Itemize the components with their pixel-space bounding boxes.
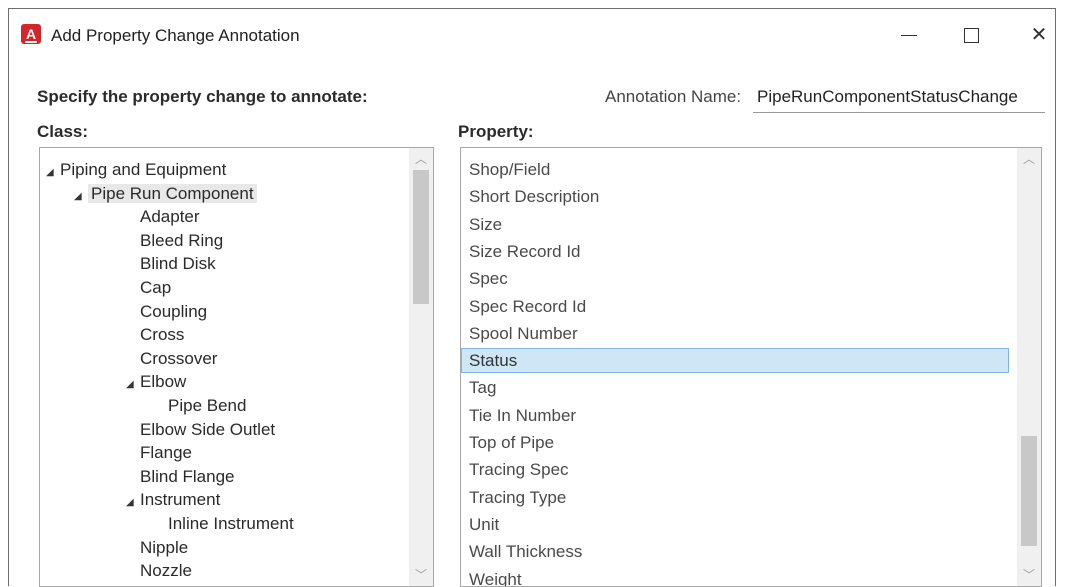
annotation-name-input[interactable] <box>753 81 1045 113</box>
tree-item[interactable]: Elbow Side Outlet <box>140 418 275 441</box>
app-logo-icon: A <box>21 24 41 44</box>
tree-item-label: Flange <box>140 443 192 462</box>
tree-item-label: Coupling <box>140 302 207 321</box>
expand-arrow-icon[interactable]: ◢ <box>126 491 140 514</box>
property-list[interactable]: ︿ ﹀ Shop/Field Short Description Size Size … <box>460 147 1042 587</box>
tree-item[interactable]: Nipple <box>140 536 188 559</box>
property-scrollbar[interactable]: ︿ ﹀ <box>1017 148 1041 586</box>
window-title: Add Property Change Annotation <box>51 26 300 46</box>
tree-item[interactable]: ◢Piping and Equipment <box>46 158 226 181</box>
title-bar[interactable]: A Add Property Change Annotation ✕ <box>9 9 1055 61</box>
tree-item-label: Nozzle <box>140 561 192 580</box>
property-item[interactable]: Wall Thickness <box>469 540 582 563</box>
property-item[interactable]: Spool Number <box>469 322 578 345</box>
property-item[interactable]: Spec Record Id <box>469 295 586 318</box>
expand-arrow-icon[interactable]: ◢ <box>126 373 140 396</box>
minimize-button[interactable] <box>887 19 931 51</box>
property-item[interactable]: Spec <box>469 267 508 290</box>
tree-item[interactable]: Adapter <box>140 205 200 228</box>
tree-item-label: Bleed Ring <box>140 231 223 250</box>
property-item-selected[interactable]: Status <box>461 348 1009 373</box>
close-icon: ✕ <box>1031 24 1048 46</box>
property-item[interactable]: Tracing Type <box>469 486 566 509</box>
scroll-up-icon[interactable]: ︿ <box>1017 148 1041 170</box>
tree-item[interactable]: Coupling <box>140 300 207 323</box>
tree-item-label: Instrument <box>140 490 220 509</box>
expand-arrow-icon[interactable]: ◢ <box>74 185 88 208</box>
scroll-down-icon[interactable]: ﹀ <box>1017 564 1041 586</box>
tree-item-label: Adapter <box>140 207 200 226</box>
tree-item[interactable]: Pipe Bend <box>168 394 246 417</box>
tree-item-label: Elbow Side Outlet <box>140 420 275 439</box>
scroll-down-icon[interactable]: ﹀ <box>409 564 433 586</box>
tree-item[interactable]: ◢Instrument <box>126 488 220 511</box>
property-label: Property: <box>458 122 534 142</box>
class-tree[interactable]: ︿ ﹀ ◢Piping and Equipment◢Pipe Run Compo… <box>39 147 434 587</box>
tree-item-label: Piping and Equipment <box>60 160 226 179</box>
maximize-icon <box>964 28 979 43</box>
property-item[interactable]: Shop/Field <box>469 158 550 181</box>
tree-item-label: Blind Flange <box>140 467 235 486</box>
property-item[interactable]: Unit <box>469 513 499 536</box>
instruction-heading: Specify the property change to annotate: <box>37 87 368 107</box>
tree-item[interactable]: Cross <box>140 323 184 346</box>
property-item[interactable]: Size <box>469 213 502 236</box>
tree-item-label: Elbow <box>140 372 186 391</box>
property-item[interactable]: Top of Pipe <box>469 431 554 454</box>
tree-item[interactable]: Nozzle <box>140 559 192 582</box>
tree-item[interactable]: Cap <box>140 276 171 299</box>
tree-item[interactable]: ◢Elbow <box>126 370 186 393</box>
tree-item-label: Nipple <box>140 538 188 557</box>
tree-item-label: Inline Instrument <box>168 514 294 533</box>
close-button[interactable]: ✕ <box>1017 19 1061 51</box>
tree-item[interactable]: Crossover <box>140 347 217 370</box>
dialog-window: A Add Property Change Annotation ✕ Speci… <box>8 8 1056 586</box>
tree-item-label: Cap <box>140 278 171 297</box>
scroll-up-icon[interactable]: ︿ <box>409 148 433 170</box>
class-scrollbar[interactable]: ︿ ﹀ <box>409 148 433 586</box>
tree-item[interactable]: Flange <box>140 441 192 464</box>
tree-item-label: Cross <box>140 325 184 344</box>
tree-item[interactable]: ◢Pipe Run Component <box>74 182 257 205</box>
class-label: Class: <box>37 122 88 142</box>
tree-item[interactable]: Inline Instrument <box>168 512 294 535</box>
tree-item[interactable]: Blind Flange <box>140 465 235 488</box>
property-item[interactable]: Tracing Spec <box>469 458 569 481</box>
class-scroll-thumb[interactable] <box>413 170 429 304</box>
tree-item-label: Crossover <box>140 349 217 368</box>
property-item[interactable]: Tag <box>469 376 496 399</box>
annotation-name-label: Annotation Name: <box>605 87 741 107</box>
tree-item-label: Pipe Run Component <box>88 184 257 203</box>
property-item[interactable]: Size Record Id <box>469 240 581 263</box>
minimize-icon <box>901 35 917 37</box>
property-item[interactable]: Weight <box>469 568 522 587</box>
maximize-button[interactable] <box>949 19 993 51</box>
tree-item-label: Pipe Bend <box>168 396 246 415</box>
tree-item[interactable]: Bleed Ring <box>140 229 223 252</box>
expand-arrow-icon[interactable]: ◢ <box>46 161 60 184</box>
property-item[interactable]: Short Description <box>469 185 599 208</box>
property-scroll-thumb[interactable] <box>1021 436 1037 546</box>
tree-item-label: Blind Disk <box>140 254 216 273</box>
tree-item[interactable]: Blind Disk <box>140 252 216 275</box>
property-item[interactable]: Tie In Number <box>469 404 576 427</box>
